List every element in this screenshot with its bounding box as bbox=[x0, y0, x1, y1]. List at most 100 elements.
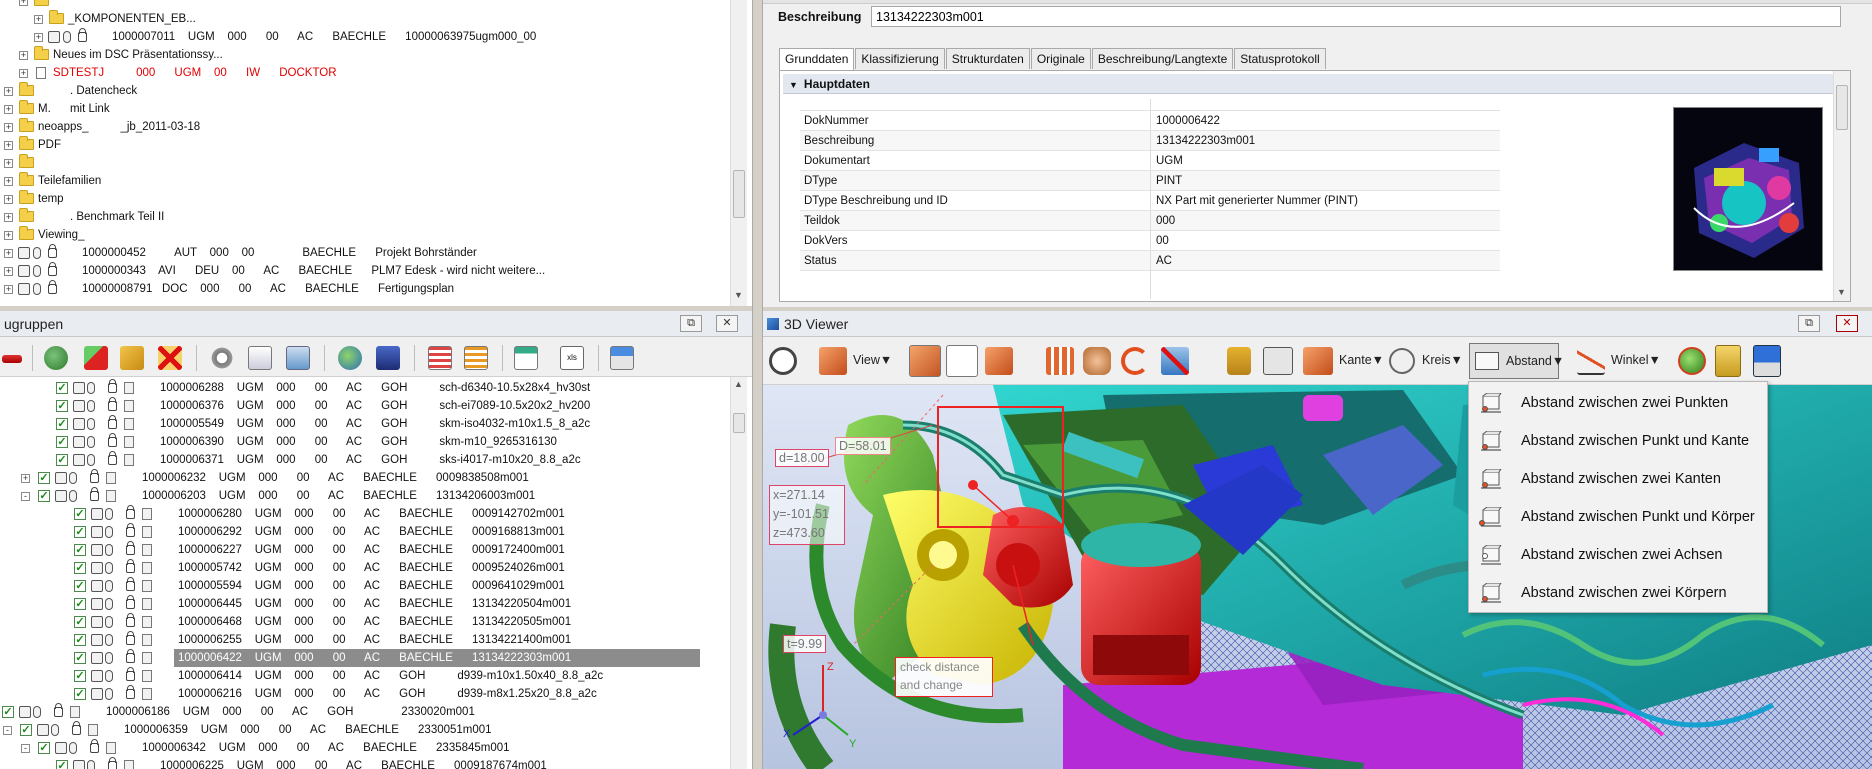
tree-row[interactable]: + M. mit Link bbox=[0, 100, 720, 118]
row-checkbox[interactable]: ✓ bbox=[74, 634, 86, 646]
lock-yellow-icon[interactable] bbox=[1227, 347, 1251, 375]
winkel-dropdown[interactable]: Winkel▼ bbox=[1611, 353, 1661, 367]
save-disk-icon[interactable] bbox=[1753, 345, 1781, 377]
collapse-triangle-icon[interactable]: ▼ bbox=[789, 80, 798, 90]
expand-icon[interactable]: + bbox=[4, 231, 13, 240]
tree-row[interactable]: + bbox=[0, 154, 720, 172]
excel-export-icon[interactable]: xls bbox=[560, 346, 584, 370]
view-cube-icon[interactable] bbox=[819, 347, 847, 375]
row-checkbox[interactable]: ✓ bbox=[74, 598, 86, 610]
row-checkbox[interactable]: ✓ bbox=[56, 454, 68, 466]
table-row[interactable]: - ✓ 1000006359 UGM 000 00 AC BAECHLE 23300… bbox=[0, 721, 728, 739]
edge-measure-icon[interactable] bbox=[1303, 347, 1333, 375]
export-green-icon[interactable] bbox=[84, 346, 108, 370]
menu-item-abstand-2[interactable]: Abstand zwischen Punkt und Kante bbox=[1469, 422, 1769, 460]
row-checkbox[interactable]: ✓ bbox=[38, 490, 50, 502]
tab-strukturdaten[interactable]: Strukturdaten bbox=[945, 48, 1030, 69]
zoom-magnifier-icon[interactable] bbox=[769, 347, 797, 375]
tree-top-scroll-thumb[interactable] bbox=[733, 170, 745, 218]
expand-icon[interactable]: - bbox=[3, 726, 12, 735]
menu-item-abstand-4[interactable]: Abstand zwischen Punkt und Körper bbox=[1469, 498, 1769, 536]
assembly-scroll-thumb[interactable] bbox=[733, 413, 745, 433]
list-red-icon[interactable] bbox=[428, 346, 452, 370]
select-hide-icon[interactable] bbox=[1161, 347, 1189, 375]
row-checkbox[interactable]: ✓ bbox=[74, 616, 86, 628]
row-checkbox[interactable]: ✓ bbox=[56, 418, 68, 430]
detail-scroll-thumb[interactable] bbox=[1836, 85, 1848, 130]
shaded-cube-icon[interactable] bbox=[909, 345, 941, 377]
expand-icon[interactable]: + bbox=[4, 267, 13, 276]
document-tree-top[interactable]: + + _KOMPONENTEN_EB... +1000007011 UGM 000 … bbox=[0, 0, 752, 306]
scroll-up-icon[interactable]: ▲ bbox=[734, 379, 743, 389]
tree-row[interactable]: + SDTESTJ 000 UGM 00 IW DOCKTOR bbox=[0, 64, 720, 82]
table-row[interactable]: ✓ 1000006288 UGM 000 00 AC GOH sch-d6340-… bbox=[0, 379, 728, 397]
expand-icon[interactable]: + bbox=[4, 87, 13, 96]
tree-row[interactable]: +10000008791 DOC 000 00 AC BAECHLE Ferti… bbox=[0, 280, 720, 298]
tree-row[interactable]: + . Benchmark Teil II bbox=[0, 208, 720, 226]
menu-dropdown-icon[interactable] bbox=[2, 355, 22, 363]
expand-icon[interactable]: + bbox=[4, 195, 13, 204]
table-row[interactable]: + ✓ 1000006232 UGM 000 00 AC BAECHLE 00098… bbox=[0, 469, 728, 487]
column-divider[interactable] bbox=[1150, 99, 1151, 299]
expand-icon[interactable]: + bbox=[4, 159, 13, 168]
section-header[interactable]: ▼ Hauptdaten bbox=[783, 74, 1833, 94]
menu-item-abstand-5[interactable]: Abstand zwischen zwei Achsen bbox=[1469, 536, 1769, 574]
expand-icon[interactable]: + bbox=[4, 213, 13, 222]
tree-row[interactable]: + _KOMPONENTEN_EB... bbox=[0, 10, 720, 28]
table-row[interactable]: ✓ 1000006468 UGM 000 00 AC BAECHLE 131342… bbox=[0, 613, 728, 631]
expand-icon[interactable]: + bbox=[4, 177, 13, 186]
tab-statusprotokoll[interactable]: Statusprotokoll bbox=[1234, 48, 1326, 69]
row-checkbox[interactable]: ✓ bbox=[38, 742, 50, 754]
table-row[interactable]: ✓ 1000006227 UGM 000 00 AC BAECHLE 000917… bbox=[0, 541, 728, 559]
row-checkbox[interactable]: ✓ bbox=[74, 526, 86, 538]
row-checkbox[interactable]: ✓ bbox=[74, 652, 86, 664]
menu-item-abstand-3[interactable]: Abstand zwischen zwei Kanten bbox=[1469, 460, 1769, 498]
tree-row[interactable]: + Teilefamilien bbox=[0, 172, 720, 190]
copy-yellow-icon[interactable] bbox=[120, 346, 144, 370]
tab-grunddaten[interactable]: Grunddaten bbox=[779, 48, 855, 70]
detail-scrollbar[interactable]: ▼ bbox=[1833, 71, 1850, 301]
delete-icon[interactable] bbox=[158, 346, 182, 370]
refresh-doc-icon[interactable] bbox=[286, 346, 310, 370]
tab-klassifizierung[interactable]: Klassifizierung bbox=[855, 48, 945, 69]
table-row[interactable]: ✓ 1000006225 UGM 000 00 AC BAECHLE 000918… bbox=[0, 757, 728, 769]
row-checkbox[interactable]: ✓ bbox=[38, 472, 50, 484]
tree-row[interactable]: + bbox=[0, 0, 720, 10]
table-row[interactable]: ✓ 1000006280 UGM 000 00 AC BAECHLE 000914… bbox=[0, 505, 728, 523]
row-checkbox[interactable]: ✓ bbox=[20, 724, 32, 736]
expand-icon[interactable]: + bbox=[34, 33, 43, 42]
expand-icon[interactable]: - bbox=[21, 744, 30, 753]
menu-item-abstand-1[interactable]: Abstand zwischen zwei Punkten bbox=[1469, 384, 1769, 422]
tab-originale[interactable]: Originale bbox=[1030, 48, 1091, 69]
solid-cube-icon[interactable] bbox=[985, 347, 1013, 375]
monitor-icon[interactable] bbox=[376, 346, 400, 370]
table-row[interactable]: - ✓ 1000006342 UGM 000 00 AC BAECHLE 23358… bbox=[0, 739, 728, 757]
calendar-icon[interactable] bbox=[514, 346, 538, 370]
row-checkbox[interactable]: ✓ bbox=[74, 544, 86, 556]
table-row[interactable]: ✓ 1000006292 UGM 000 00 AC BAECHLE 000916… bbox=[0, 523, 728, 541]
expand-icon[interactable]: + bbox=[4, 249, 13, 258]
tree-row[interactable]: + neoapps_ _jb_2011-03-18 bbox=[0, 118, 720, 136]
table-row[interactable]: ✓ 1000005549 UGM 000 00 AC GOH skm-iso403… bbox=[0, 415, 728, 433]
table-row[interactable]: ✓ 1000006255 UGM 000 00 AC BAECHLE 131342… bbox=[0, 631, 728, 649]
angle-icon[interactable] bbox=[1577, 347, 1605, 375]
table-row[interactable]: ✓ 1000006445 UGM 000 00 AC BAECHLE 131342… bbox=[0, 595, 728, 613]
table-row[interactable]: ✓ 1000006422 UGM 000 00 AC BAECHLE 131342… bbox=[0, 649, 728, 667]
expand-icon[interactable]: + bbox=[34, 15, 43, 24]
assembly-tree[interactable]: ✓ 1000006288 UGM 000 00 AC GOH sch-d6340-… bbox=[0, 377, 752, 769]
expand-icon[interactable]: + bbox=[4, 141, 13, 150]
table-row[interactable]: ✓ 1000005594 UGM 000 00 AC BAECHLE 000964… bbox=[0, 577, 728, 595]
measure-box-icon[interactable] bbox=[1263, 347, 1293, 375]
table-row[interactable]: ✓ 1000006376 UGM 000 00 AC GOH sch-ei7089… bbox=[0, 397, 728, 415]
kante-dropdown[interactable]: Kante▼ bbox=[1339, 353, 1384, 367]
view-dropdown[interactable]: View▼ bbox=[853, 353, 892, 367]
tree-top-scrollbar[interactable]: ▼ bbox=[730, 0, 747, 306]
beschreibung-input[interactable] bbox=[871, 6, 1841, 27]
wireframe-cube-icon[interactable] bbox=[946, 345, 978, 377]
clipboard-icon[interactable] bbox=[1715, 345, 1741, 377]
expand-icon[interactable]: + bbox=[19, 51, 28, 60]
table-row[interactable]: ✓ 1000006390 UGM 000 00 AC GOH skm-m10_92… bbox=[0, 433, 728, 451]
menu-item-abstand-6[interactable]: Abstand zwischen zwei Körpern bbox=[1469, 574, 1769, 612]
expand-icon[interactable]: + bbox=[4, 285, 13, 294]
tree-row[interactable]: +1000000343 AVI DEU 00 AC BAECHLE PLM7 E… bbox=[0, 262, 720, 280]
